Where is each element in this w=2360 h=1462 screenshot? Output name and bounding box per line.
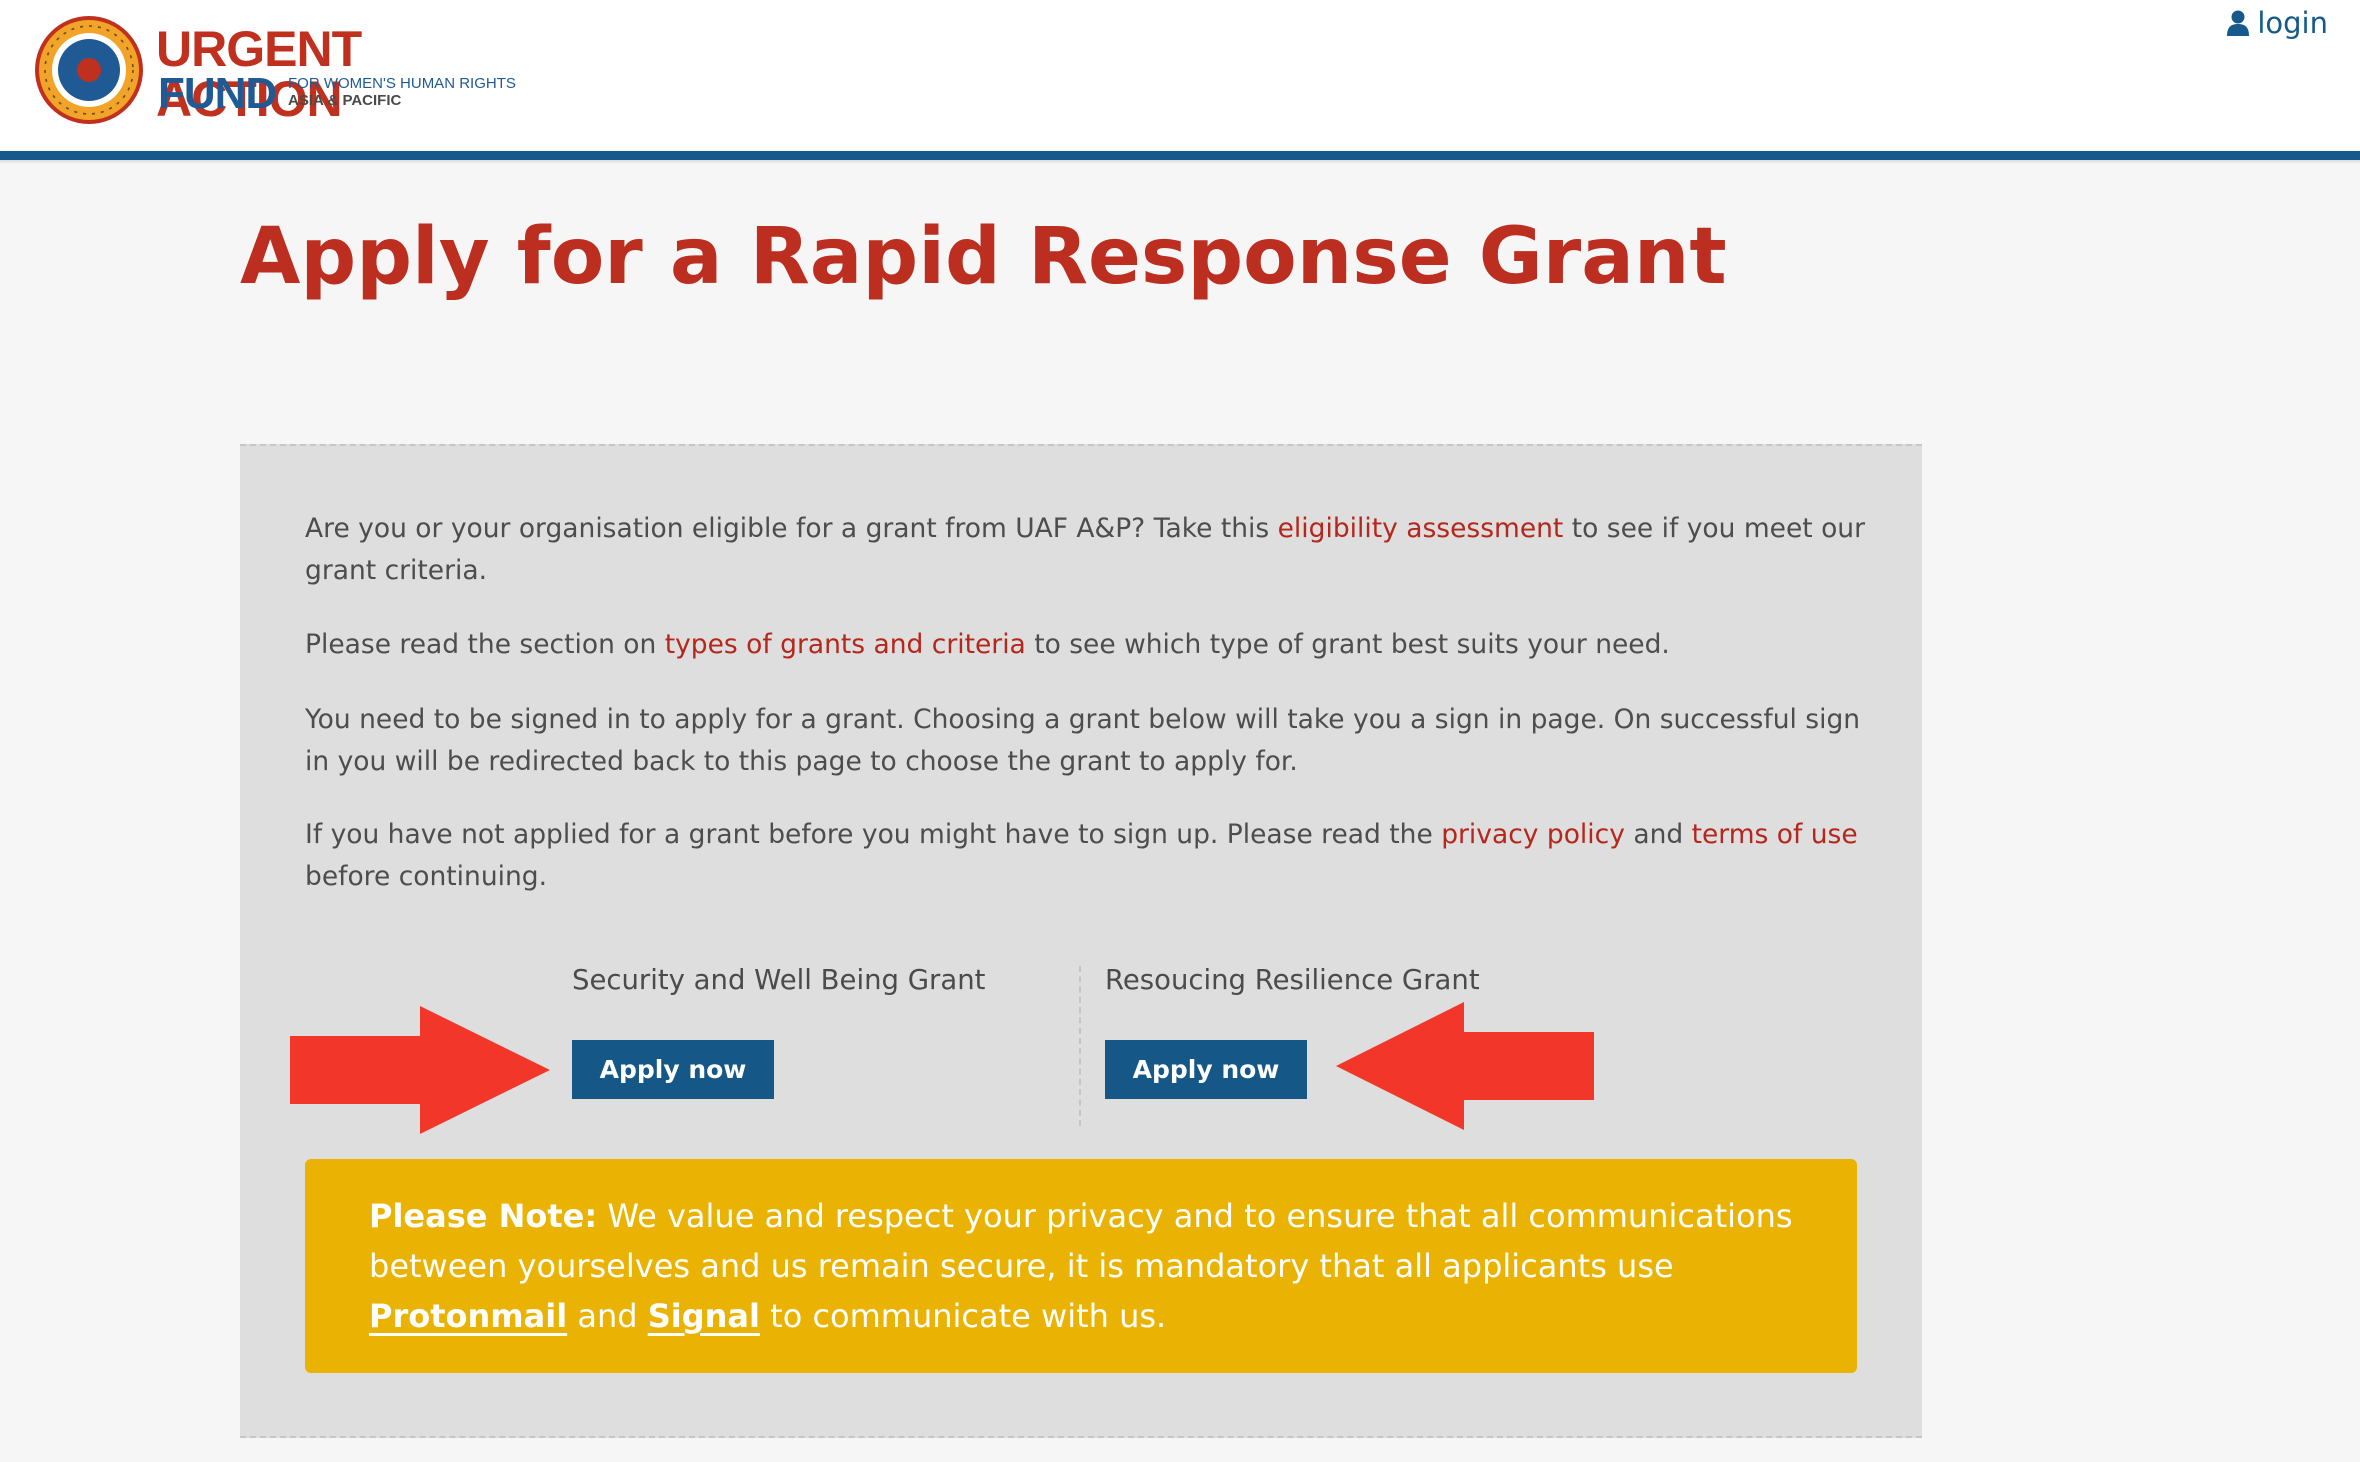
page-title: Apply for a Rapid Response Grant — [240, 212, 1727, 302]
grant-info-panel: Are you or your organisation eligible fo… — [240, 444, 1922, 1438]
grant-security-wellbeing: Security and Well Being Grant Apply now — [572, 960, 986, 1099]
text: If you have not applied for a grant befo… — [305, 819, 1442, 850]
arrow-right-icon — [290, 1006, 550, 1134]
arrow-left-icon — [1336, 1002, 1594, 1130]
user-icon — [2227, 10, 2250, 36]
header-shadow — [0, 160, 2360, 164]
header-accent-bar — [0, 151, 2360, 160]
terms-of-use-link[interactable]: terms of use — [1692, 819, 1858, 850]
grant-title: Resoucing Resilience Grant — [1105, 964, 1480, 996]
grant-title: Security and Well Being Grant — [572, 964, 986, 996]
text: Are you or your organisation eligible fo… — [305, 513, 1278, 544]
privacy-policy-link[interactable]: privacy policy — [1441, 819, 1625, 850]
privacy-note: Please Note: We value and respect your p… — [305, 1159, 1857, 1373]
login-link[interactable]: login — [2227, 6, 2328, 40]
signal-link[interactable]: Signal — [648, 1297, 760, 1335]
apply-now-button-security[interactable]: Apply now — [572, 1040, 774, 1099]
text: and — [567, 1297, 648, 1335]
sign-up-paragraph: If you have not applied for a grant befo… — [305, 814, 1865, 898]
logo-text-fund: FUND — [158, 69, 277, 118]
site-logo[interactable]: URGENT ACTION FUND FOR WOMEN'S HUMAN RIG… — [32, 14, 532, 126]
grant-resourcing-resilience: Resoucing Resilience Grant Apply now — [1105, 960, 1480, 1099]
eligibility-paragraph: Are you or your organisation eligible fo… — [305, 508, 1865, 592]
login-label: login — [2257, 6, 2328, 40]
site-header: URGENT ACTION FUND FOR WOMEN'S HUMAN RIG… — [0, 0, 2360, 152]
note-label: Please Note: — [369, 1197, 598, 1235]
grant-divider — [1079, 966, 1081, 1126]
eligibility-assessment-link[interactable]: eligibility assessment — [1278, 513, 1564, 544]
text: to see which type of grant best suits yo… — [1025, 629, 1670, 660]
text: to communicate with us. — [759, 1297, 1167, 1335]
apply-now-button-resilience[interactable]: Apply now — [1105, 1040, 1307, 1099]
types-of-grants-link[interactable]: types of grants and criteria — [665, 629, 1026, 660]
text: and — [1624, 819, 1692, 850]
logo-emblem-icon — [35, 16, 143, 124]
sign-in-paragraph: You need to be signed in to apply for a … — [305, 704, 1861, 777]
logo-region: ASIA & PACIFIC — [288, 92, 402, 109]
protonmail-link[interactable]: Protonmail — [369, 1297, 567, 1335]
text: Please read the section on — [305, 629, 665, 660]
logo-tagline: FOR WOMEN'S HUMAN RIGHTS — [288, 75, 516, 92]
grant-types-paragraph: Please read the section on types of gran… — [305, 624, 1865, 666]
text: before continuing. — [305, 861, 548, 892]
